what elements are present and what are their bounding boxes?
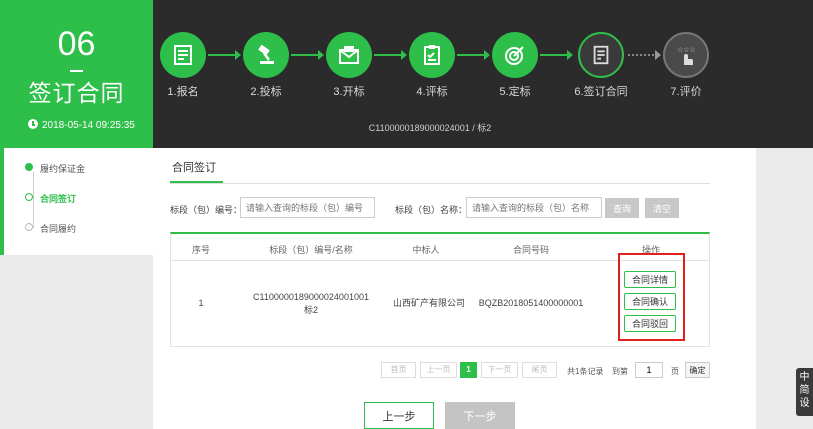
step-label: 4.评标 bbox=[416, 86, 448, 98]
prev-page-button[interactable]: 上一页 bbox=[420, 362, 457, 378]
first-page-button[interactable]: 首页 bbox=[381, 362, 416, 378]
status-dot bbox=[25, 163, 33, 171]
step-contract[interactable]: 6.签订合同 bbox=[568, 32, 634, 99]
goto-confirm-button[interactable]: 确定 bbox=[685, 362, 710, 378]
contract-icon bbox=[578, 32, 624, 78]
clear-button[interactable]: 清空 bbox=[645, 198, 679, 218]
prev-step-button[interactable]: 上一步 bbox=[364, 402, 434, 429]
rating-icon: ☆☆☆ bbox=[663, 32, 709, 78]
step-arrow bbox=[540, 50, 573, 60]
step-arrow bbox=[291, 50, 324, 60]
last-page-button[interactable]: 尾页 bbox=[522, 362, 557, 378]
sidebar-item-contract-sign[interactable]: 合同签订 bbox=[40, 192, 76, 205]
step-bid[interactable]: 2.投标 bbox=[236, 32, 296, 99]
actions-highlight-box bbox=[618, 253, 685, 341]
hammer-icon bbox=[243, 32, 289, 78]
next-page-button[interactable]: 下一页 bbox=[481, 362, 518, 378]
step-award[interactable]: 5.定标 bbox=[485, 32, 545, 99]
step-arrow bbox=[457, 50, 490, 60]
step-rate[interactable]: ☆☆☆ 7.评价 bbox=[656, 32, 716, 99]
code-search-input[interactable] bbox=[240, 197, 375, 218]
floating-tab-label: 中 简 设 bbox=[799, 372, 810, 409]
column-header: 中标人 bbox=[412, 245, 440, 255]
clipboard-icon bbox=[409, 32, 455, 78]
header: 06 签订合同 2018-05-14 09:25:35 1.报名 2.投标 3.… bbox=[0, 0, 813, 148]
status-dot bbox=[25, 223, 33, 231]
step-arrow bbox=[374, 50, 407, 60]
name-search-input[interactable] bbox=[466, 197, 602, 218]
column-header: 序号 bbox=[191, 245, 210, 255]
total-records: 共1条记录 bbox=[567, 367, 604, 376]
sidebar-item-deposit[interactable]: 履约保证金 bbox=[40, 162, 85, 175]
sidebar-timeline bbox=[33, 172, 34, 228]
stage-divider bbox=[70, 70, 83, 72]
step-label: 2.投标 bbox=[250, 86, 282, 98]
stage-time-text: 2018-05-14 09:25:35 bbox=[42, 120, 135, 131]
step-label: 5.定标 bbox=[499, 86, 531, 98]
svg-text:☆☆☆: ☆☆☆ bbox=[677, 46, 696, 54]
step-evaluate[interactable]: 4.评标 bbox=[402, 32, 462, 99]
query-button[interactable]: 查询 bbox=[605, 198, 639, 218]
goto-label: 到第 bbox=[612, 367, 628, 376]
clock-icon bbox=[28, 119, 38, 129]
stage-panel: 06 签订合同 2018-05-14 09:25:35 bbox=[0, 0, 153, 148]
step-open[interactable]: 3.开标 bbox=[319, 32, 379, 99]
row-index: 1 bbox=[198, 298, 204, 308]
row-name: 标2 bbox=[303, 305, 318, 315]
row-winner: 山西矿产有限公司 bbox=[392, 298, 465, 308]
step-arrow bbox=[628, 50, 661, 60]
divider bbox=[170, 183, 710, 184]
target-icon bbox=[492, 32, 538, 78]
status-dot bbox=[25, 193, 33, 201]
envelope-icon bbox=[326, 32, 372, 78]
page-number-input[interactable] bbox=[635, 362, 663, 378]
project-code: C1100000189000024001 / 标2 bbox=[368, 123, 492, 133]
form-icon bbox=[160, 32, 206, 78]
stage-time: 2018-05-14 09:25:35 bbox=[28, 119, 135, 133]
step-label: 3.开标 bbox=[333, 86, 365, 98]
sidebar: 履约保证金 合同签订 合同履约 bbox=[0, 148, 153, 255]
code-label: 标段（包）编号： bbox=[170, 205, 243, 215]
stage-name: 签订合同 bbox=[28, 80, 125, 106]
sidebar-item-contract-performance[interactable]: 合同履约 bbox=[40, 222, 76, 235]
page-unit: 页 bbox=[671, 367, 679, 376]
next-step-button[interactable]: 下一步 bbox=[445, 402, 515, 429]
row-contract-number: BQZB2018051400000001 bbox=[478, 298, 584, 308]
step-label: 1.报名 bbox=[167, 86, 199, 98]
step-apply[interactable]: 1.报名 bbox=[153, 32, 213, 99]
section-title: 合同签订 bbox=[172, 162, 216, 174]
column-header: 合同号码 bbox=[512, 245, 549, 255]
column-header: 标段（包）编号/名称 bbox=[269, 245, 353, 255]
floating-side-tab[interactable]: 中 简 设 bbox=[796, 368, 813, 416]
row-code: C1100000189000024001001 bbox=[253, 292, 369, 302]
step-label: 6.签订合同 bbox=[574, 86, 628, 98]
stage-number: 06 bbox=[57, 25, 96, 63]
step-label: 7.评价 bbox=[670, 86, 702, 98]
step-arrow bbox=[208, 50, 241, 60]
current-page-button[interactable]: 1 bbox=[460, 362, 477, 378]
name-label: 标段（包）名称： bbox=[395, 205, 468, 215]
